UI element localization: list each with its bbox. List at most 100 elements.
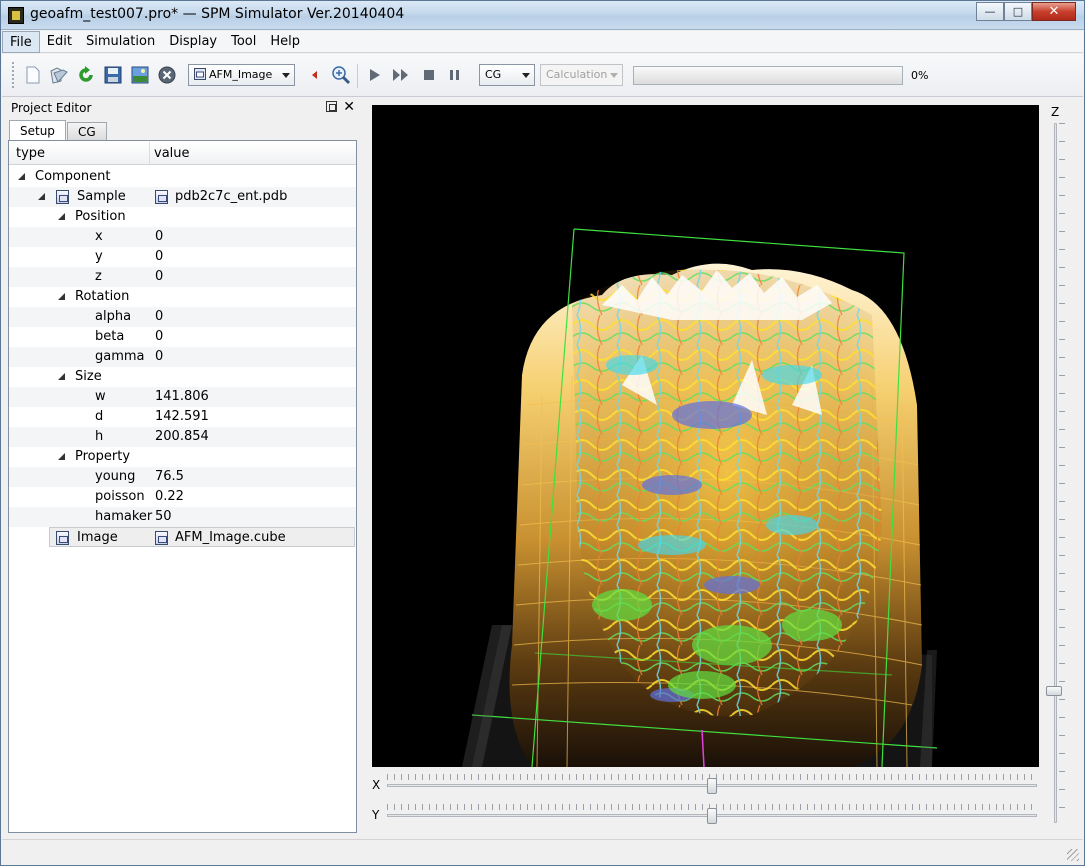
calculation-select-value: Calculation <box>546 68 608 81</box>
menu-simulation[interactable]: Simulation <box>79 31 162 53</box>
new-file-icon[interactable] <box>23 65 43 85</box>
mode-select-value: CG <box>485 68 502 81</box>
row-label: Component <box>35 169 111 184</box>
expand-icon[interactable] <box>58 213 65 220</box>
z-slider-track[interactable] <box>1054 123 1057 823</box>
float-panel-icon[interactable] <box>326 101 337 112</box>
row-label: gamma <box>95 349 145 364</box>
minimize-button[interactable]: — <box>976 2 1004 21</box>
expand-icon[interactable] <box>58 373 65 380</box>
y-slider-handle[interactable] <box>707 808 717 824</box>
tree-row[interactable]: Size <box>9 367 356 387</box>
row-value: pdb2c7c_ent.pdb <box>175 189 288 204</box>
row-value[interactable]: 50 <box>155 509 172 524</box>
tree-row[interactable]: z 0 <box>9 267 356 287</box>
zoom-icon[interactable] <box>331 65 351 85</box>
row-value[interactable]: 0 <box>155 329 163 344</box>
main-window: geoafm_test007.pro* — SPM Simulator Ver.… <box>0 0 1085 866</box>
app-icon <box>8 7 24 24</box>
row-label: Image <box>77 530 118 545</box>
panel-close-icon[interactable]: ✕ <box>343 99 355 115</box>
tree-row[interactable]: poisson 0.22 <box>9 487 356 507</box>
row-value[interactable]: 0.22 <box>155 489 184 504</box>
tab-setup[interactable]: Setup <box>9 120 66 141</box>
tree-row[interactable]: Component <box>9 167 356 187</box>
expand-icon[interactable] <box>38 193 45 200</box>
expand-icon[interactable] <box>18 173 25 180</box>
tree-row[interactable]: hamaker 50 <box>9 507 356 527</box>
y-slider[interactable] <box>387 804 1037 826</box>
tree-row[interactable]: y 0 <box>9 247 356 267</box>
open-folder-icon[interactable] <box>49 65 69 85</box>
tree-row[interactable]: x 0 <box>9 227 356 247</box>
stop-icon[interactable] <box>419 65 439 85</box>
row-value[interactable]: 0 <box>155 229 163 244</box>
x-slider[interactable] <box>387 774 1037 796</box>
y-axis-label: Y <box>372 808 380 822</box>
reload-icon[interactable] <box>76 65 96 85</box>
row-value[interactable]: 0 <box>155 269 163 284</box>
row-value: AFM_Image.cube <box>175 530 286 545</box>
3d-viewport[interactable] <box>372 105 1039 767</box>
z-slider[interactable] <box>1046 123 1066 823</box>
file-icon <box>56 531 69 545</box>
pause-icon[interactable] <box>445 65 465 85</box>
row-label: hamaker <box>95 509 153 524</box>
tree-row[interactable]: alpha 0 <box>9 307 356 327</box>
tree-row[interactable]: young 76.5 <box>9 467 356 487</box>
maximize-button[interactable]: □ <box>1004 2 1032 21</box>
resize-grip-icon[interactable] <box>1067 849 1079 861</box>
play-icon[interactable] <box>365 65 385 85</box>
project-editor-panel: Project Editor ✕ Setup CG type value Com… <box>7 99 358 834</box>
row-value[interactable]: 142.591 <box>155 409 209 424</box>
close-project-icon[interactable] <box>157 65 177 85</box>
menu-file[interactable]: File <box>2 31 40 53</box>
z-slider-ticks <box>1059 123 1065 823</box>
mode-select[interactable]: CG <box>479 64 535 86</box>
tree-header: type value <box>9 142 356 165</box>
menu-help[interactable]: Help <box>263 31 307 53</box>
title-bar[interactable]: geoafm_test007.pro* — SPM Simulator Ver.… <box>1 1 1084 30</box>
tree-row[interactable]: w 141.806 <box>9 387 356 407</box>
row-value[interactable]: 76.5 <box>155 469 184 484</box>
chevron-down-icon <box>522 73 530 78</box>
tab-cg[interactable]: CG <box>66 122 107 141</box>
row-label: Position <box>75 209 126 224</box>
close-button[interactable]: ✕ <box>1032 2 1076 21</box>
row-value[interactable]: 0 <box>155 249 163 264</box>
row-value[interactable]: 0 <box>155 349 163 364</box>
expand-icon[interactable] <box>58 453 65 460</box>
image-select[interactable]: AFM_Image <box>188 64 295 86</box>
row-value[interactable]: 141.806 <box>155 389 209 404</box>
tree-row[interactable]: Property <box>9 447 356 467</box>
row-label: d <box>95 409 104 424</box>
column-type-header[interactable]: type <box>16 146 45 161</box>
tree-row[interactable]: beta 0 <box>9 327 356 347</box>
tree-row[interactable]: Image AFM_Image.cube <box>49 527 355 547</box>
row-label: poisson <box>95 489 145 504</box>
tree-row[interactable]: gamma 0 <box>9 347 356 367</box>
calculation-select[interactable]: Calculation <box>540 64 623 86</box>
z-slider-handle[interactable] <box>1046 686 1062 696</box>
undo-icon[interactable] <box>306 65 326 85</box>
panel-tabs: Setup CG <box>9 120 108 141</box>
tree-row[interactable]: h 200.854 <box>9 427 356 447</box>
row-label: Property <box>75 449 131 464</box>
window-title: geoafm_test007.pro* — SPM Simulator Ver.… <box>30 6 405 22</box>
column-value-header[interactable]: value <box>154 146 190 161</box>
tree-row[interactable]: Position <box>9 207 356 227</box>
save-icon[interactable] <box>103 65 123 85</box>
x-slider-handle[interactable] <box>707 778 717 794</box>
menu-tool[interactable]: Tool <box>224 31 263 53</box>
image-export-icon[interactable] <box>130 65 150 85</box>
menu-edit[interactable]: Edit <box>40 31 79 53</box>
expand-icon[interactable] <box>58 293 65 300</box>
row-value[interactable]: 200.854 <box>155 429 209 444</box>
tree-row[interactable]: d 142.591 <box>9 407 356 427</box>
fast-forward-icon[interactable] <box>391 65 411 85</box>
row-value[interactable]: 0 <box>155 309 163 324</box>
tree-row[interactable]: Sample pdb2c7c_ent.pdb <box>9 187 356 207</box>
menu-display[interactable]: Display <box>162 31 224 53</box>
tree-row[interactable]: Rotation <box>9 287 356 307</box>
toolbar-grip[interactable] <box>12 62 15 88</box>
